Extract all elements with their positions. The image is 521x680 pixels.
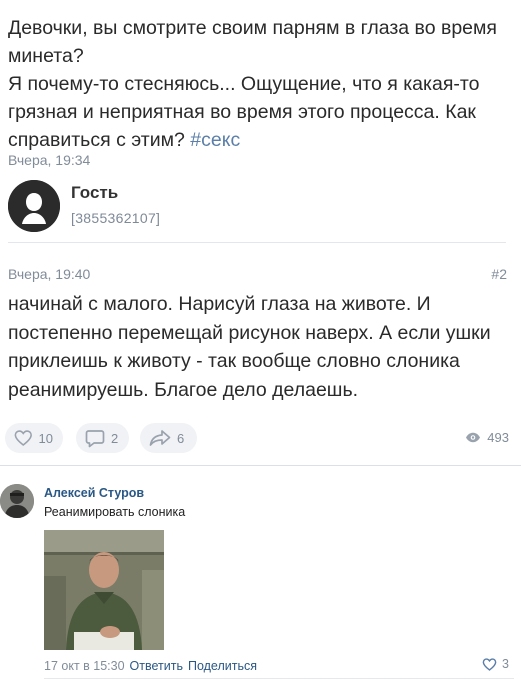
comment-photo[interactable]: [44, 530, 164, 650]
question-text: Девочки, вы смотрите своим парням в глаз…: [8, 14, 513, 154]
eye-icon: [466, 432, 481, 443]
answer-number: #2: [491, 266, 507, 282]
share-icon: [149, 430, 171, 446]
guest-name[interactable]: Гость: [71, 183, 118, 203]
attached-image: [44, 530, 164, 650]
post-card: Девочки, вы смотрите своим парням в глаз…: [0, 0, 521, 465]
comment-date: 17 окт в 15:30: [44, 659, 125, 673]
comment-icon: [85, 429, 105, 447]
comment-like-count: 3: [502, 657, 509, 671]
answer-text: начинай с малого. Нарисуй глаза на живот…: [8, 293, 491, 401]
commenter-name[interactable]: Алексей Стуров: [44, 486, 144, 500]
views-counter: 493: [465, 430, 509, 445]
comment-underline: [44, 678, 514, 679]
commenter-photo: [0, 484, 34, 518]
share-button[interactable]: 6: [140, 423, 197, 453]
comment-meta: 17 окт в 15:30 Ответить Поделиться: [44, 659, 257, 673]
answer-timestamp: Вчера, 19:40: [8, 266, 91, 282]
question-body: Девочки, вы смотрите своим парням в глаз…: [8, 17, 497, 151]
comment-text: Реанимировать слоника: [44, 505, 186, 519]
answer-divider: [8, 242, 506, 243]
views-count: 493: [487, 430, 509, 445]
section-separator: [0, 465, 521, 466]
guest-id: [3855362107]: [71, 210, 161, 226]
heart-icon: [482, 657, 497, 671]
share-link[interactable]: Поделиться: [188, 659, 257, 673]
heart-icon: [14, 430, 32, 446]
hashtag-link[interactable]: #секс: [190, 129, 240, 151]
comment-count: 2: [111, 430, 119, 446]
person-silhouette-icon: [8, 180, 60, 232]
commenter-avatar[interactable]: [0, 484, 34, 518]
guest-avatar[interactable]: [8, 180, 60, 232]
comment-button[interactable]: 2: [76, 423, 129, 453]
question-timestamp: Вчера, 19:34: [8, 152, 91, 168]
comment-like-button[interactable]: 3: [482, 657, 509, 671]
like-count: 10: [38, 430, 53, 446]
reply-link[interactable]: Ответить: [130, 659, 183, 673]
like-button[interactable]: 10: [5, 423, 63, 453]
share-count: 6: [177, 430, 185, 446]
